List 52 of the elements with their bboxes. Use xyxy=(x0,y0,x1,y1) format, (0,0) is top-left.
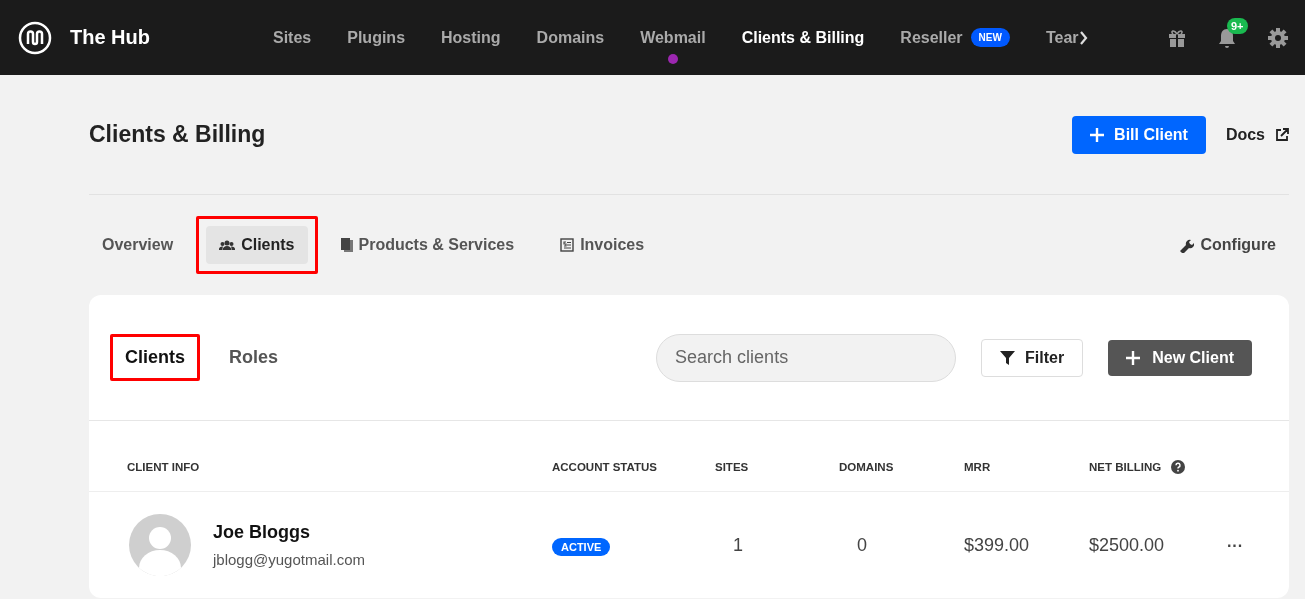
tab[interactable]: Clients xyxy=(206,226,308,264)
client-name[interactable]: Joe Bloggs xyxy=(213,522,365,543)
filter-button[interactable]: Filter xyxy=(981,338,1084,377)
nav-link[interactable]: Tear xyxy=(1045,28,1079,47)
invoice-icon xyxy=(560,238,575,252)
gift-icon[interactable] xyxy=(1167,27,1187,48)
nav-link[interactable]: Webmail xyxy=(640,28,706,47)
nav-link[interactable]: Hosting xyxy=(441,28,501,47)
plus-icon xyxy=(1126,350,1141,365)
table-cell: $2500.00 xyxy=(1089,534,1165,555)
help-icon xyxy=(1171,460,1186,474)
table-cell: 1 xyxy=(733,534,743,555)
bill-client-button[interactable]: Bill Client xyxy=(1072,115,1206,154)
nav-link[interactable]: Clients & Billing xyxy=(741,28,865,47)
nav-link[interactable]: Sites xyxy=(273,28,312,47)
tab[interactable]: Invoices xyxy=(547,226,658,264)
new-badge: NEW xyxy=(970,28,1010,47)
tab[interactable]: Roles xyxy=(217,337,291,378)
tab[interactable]: Overview xyxy=(89,226,187,264)
column-header: DOMAINS xyxy=(839,461,894,473)
app-title: The Hub xyxy=(70,26,150,49)
nav-link[interactable]: Plugins xyxy=(347,28,406,47)
new-client-button[interactable]: New Client xyxy=(1108,339,1252,376)
logo-icon[interactable] xyxy=(18,20,52,55)
nav-link[interactable]: Reseller xyxy=(900,28,963,47)
column-header: MRR xyxy=(964,461,991,473)
settings-icon[interactable] xyxy=(1267,26,1289,49)
wrench-icon xyxy=(1178,237,1195,253)
filter-icon xyxy=(1000,350,1016,365)
avatar-icon xyxy=(129,514,191,576)
column-header: SITES xyxy=(715,461,749,473)
configure-link[interactable]: Configure xyxy=(1178,236,1276,254)
column-header: ACCOUNT STATUS xyxy=(552,461,657,473)
client-email: jblogg@yugotmail.com xyxy=(213,551,365,568)
people-icon xyxy=(219,239,236,251)
status-badge: ACTIVE xyxy=(552,537,611,556)
search-field[interactable]: Search clients xyxy=(656,333,957,382)
external-link-icon xyxy=(1275,127,1289,142)
docs-link[interactable]: Docs xyxy=(1225,125,1289,144)
tab[interactable]: Products & Services xyxy=(327,226,528,264)
page-title: Clients & Billing xyxy=(89,121,266,148)
documents-icon xyxy=(340,238,353,252)
chevron-right-icon[interactable] xyxy=(1078,29,1089,46)
table-cell: 0 xyxy=(857,534,867,555)
column-header: CLIENT INFO xyxy=(127,461,200,473)
column-header: NET BILLING xyxy=(1089,461,1162,473)
more-button[interactable]: ··· xyxy=(1225,536,1245,555)
tab[interactable]: Clients xyxy=(113,337,197,378)
nav-link[interactable]: Domains xyxy=(536,28,605,47)
plus-icon xyxy=(1090,127,1105,142)
notification-badge: 9+ xyxy=(1227,17,1248,34)
table-cell: $399.00 xyxy=(964,534,1030,555)
